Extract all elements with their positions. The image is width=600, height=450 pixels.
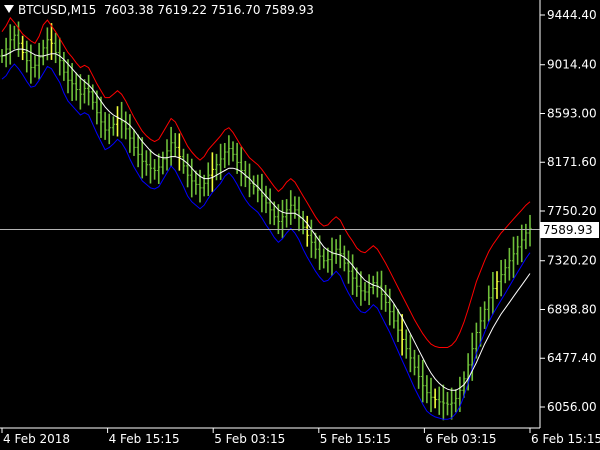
y-tick-label: 9444.40 (547, 8, 597, 22)
chart-header: BTCUSD,M15 7603.38 7619.22 7516.70 7589.… (4, 3, 314, 17)
y-axis: 9444.40 9014.40 8593.00 8171.60 7750.20 7320.… (540, 8, 597, 414)
y-tick-label: 6477.40 (547, 351, 597, 365)
chart-window: 9444.40 9014.40 8593.00 8171.60 7750.20 7320.… (0, 0, 600, 450)
x-tick-label: 5 Feb 03:15 (214, 432, 285, 446)
y-tick-label: 7750.20 (547, 204, 597, 218)
symbol-label: BTCUSD,M15 (18, 3, 97, 17)
upper-band-line (1, 16, 531, 348)
y-tick-label: 6056.00 (547, 400, 597, 414)
price-bars (0, 21, 532, 421)
indicator-lines (1, 16, 531, 420)
chart-canvas[interactable]: 9444.40 9014.40 8593.00 8171.60 7750.20 7320.… (0, 0, 600, 450)
x-tick-label: 4 Feb 2018 (3, 432, 70, 446)
y-tick-label: 6898.80 (547, 302, 597, 316)
x-axis: 4 Feb 2018 4 Feb 15:15 5 Feb 03:15 5 Feb 15… (1, 428, 600, 446)
y-tick-label: 8593.00 (547, 106, 597, 120)
ohlc-values: 7603.38 7619.22 7516.70 7589.93 (103, 3, 314, 17)
x-tick-label: 4 Feb 15:15 (109, 432, 180, 446)
y-tick-label: 7320.20 (547, 254, 597, 268)
x-tick-label: 6 Feb 03:15 (425, 432, 496, 446)
current-price-tag: 7589.93 (540, 221, 599, 238)
y-tick-label: 9014.40 (547, 58, 597, 72)
x-tick-label: 6 Feb 15:15 (531, 432, 600, 446)
x-tick-label: 5 Feb 15:15 (320, 432, 391, 446)
dropdown-triangle-icon[interactable] (4, 5, 14, 13)
y-tick-label: 8171.60 (547, 155, 597, 169)
lower-band-line (1, 63, 531, 420)
mid-band-line (1, 48, 531, 391)
